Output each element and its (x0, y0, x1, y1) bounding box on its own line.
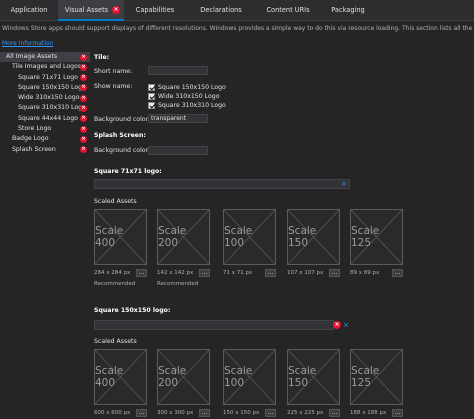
splash-bg-input[interactable] (148, 146, 208, 155)
square71-scale-tile[interactable]: Scale 400 (94, 209, 147, 265)
tab-declarations[interactable]: Declarations (186, 0, 256, 21)
show-name-square150-checkbox[interactable]: Square 150x150 Logo (148, 83, 226, 92)
square150-scale-tile[interactable]: Scale 400 (94, 349, 147, 405)
scale-size-label: 150 x 150 px (223, 410, 260, 416)
square71-scale-tile[interactable]: Scale 100 (223, 209, 276, 265)
tree-item-wide310[interactable]: Wide 310x150 Logo × (0, 93, 90, 103)
square71-path-input[interactable]: × (94, 179, 350, 189)
scale-size-label: 600 x 600 px (94, 410, 131, 416)
scale-label: Scale 400 (95, 225, 124, 249)
recommended-label: Recommended (94, 281, 136, 287)
tab-packaging[interactable]: Packaging (320, 0, 376, 21)
scale-label: Scale 150 (288, 365, 317, 389)
clear-icon[interactable]: × (343, 322, 349, 329)
square150-scale-tile[interactable]: Scale 200 (157, 349, 210, 405)
square71-scale-tile[interactable]: Scale 125 (350, 209, 403, 265)
show-name-wide310-checkbox[interactable]: Wide 310x150 Logo (148, 92, 220, 101)
error-icon: × (80, 104, 87, 112)
clear-icon[interactable]: × (341, 181, 347, 188)
scale-size-label: 89 x 89 px (350, 270, 380, 276)
square150-scale-tile[interactable]: Scale 125 (350, 349, 403, 405)
square71-scale-tile[interactable]: Scale 150 (287, 209, 340, 265)
scale-size-label: 107 x 107 px (287, 270, 324, 276)
error-icon: × (333, 321, 341, 329)
browse-button[interactable]: ... (199, 409, 210, 417)
tree-item-all-image-assets[interactable]: All Image Assets × (0, 52, 90, 63)
tab-application[interactable]: Application (0, 0, 58, 21)
square71-scaled-label: Scaled Assets (94, 198, 137, 205)
tree-item-square71[interactable]: Square 71x71 Logo × (0, 73, 90, 83)
tile-bg-input[interactable]: transparent (148, 114, 208, 123)
error-icon: × (112, 6, 120, 14)
splash-bg-label: Background color: (94, 147, 151, 154)
tree-item-store-logo[interactable]: Store Logo × (0, 124, 90, 134)
scale-label: Scale 125 (351, 365, 380, 389)
error-icon: × (80, 146, 87, 154)
square71-scale-tile[interactable]: Scale 200 (157, 209, 210, 265)
square150-path-input[interactable] (94, 320, 334, 330)
browse-button[interactable]: ... (392, 409, 403, 417)
tab-capabilities[interactable]: Capabilities (124, 0, 186, 21)
error-icon: × (80, 125, 87, 133)
checkbox-checked-icon (148, 84, 155, 91)
scale-label: Scale 150 (288, 225, 317, 249)
scale-size-label: 225 x 225 px (287, 410, 324, 416)
splash-header: Splash Screen: (94, 132, 146, 139)
browse-button[interactable]: ... (136, 409, 147, 417)
error-icon: × (80, 115, 87, 123)
browse-button[interactable]: ... (265, 269, 276, 277)
main-panel: Tile: Short name: Show name: Square 150x… (92, 52, 474, 419)
scale-label: Scale 100 (224, 365, 253, 389)
scale-size-label: 284 x 284 px (94, 270, 131, 276)
browse-button[interactable]: ... (329, 409, 340, 417)
more-information-link[interactable]: More information (2, 40, 53, 47)
show-name-square310-checkbox[interactable]: Square 310x310 Logo (148, 101, 226, 110)
tree-item-square44[interactable]: Square 44x44 Logo × (0, 114, 90, 124)
tree-item-splash-screen[interactable]: Splash Screen × (0, 145, 90, 155)
scale-label: Scale 400 (95, 365, 124, 389)
checkbox-checked-icon (148, 93, 155, 100)
tree-item-tile-images[interactable]: Tile Images and Logos × (0, 62, 90, 72)
short-name-label: Short name: (94, 68, 133, 75)
tab-visual-assets[interactable]: Visual Assets × (58, 0, 124, 21)
short-name-input[interactable] (148, 66, 208, 75)
square150-scale-tile[interactable]: Scale 150 (287, 349, 340, 405)
tree-item-square310[interactable]: Square 310x310 Logo × (0, 103, 90, 113)
error-icon: × (80, 74, 87, 82)
error-icon: × (80, 53, 87, 61)
intro-text: Windows Store apps should support displa… (2, 25, 474, 32)
asset-tree: All Image Assets × Tile Images and Logos ×… (0, 52, 90, 155)
tree-item-badge-logo[interactable]: Badge Logo × (0, 134, 90, 144)
scale-label: Scale 100 (224, 225, 253, 249)
tree-item-square150[interactable]: Square 150x150 Logo × (0, 83, 90, 93)
tab-content-uris[interactable]: Content URIs (256, 0, 320, 21)
scale-size-label: 300 x 300 px (157, 410, 194, 416)
scale-size-label: 71 x 71 px (223, 270, 253, 276)
error-icon: × (80, 63, 87, 71)
browse-button[interactable]: ... (136, 269, 147, 277)
scale-size-label: 188 x 188 px (350, 410, 387, 416)
scale-size-label: 142 x 142 px (157, 270, 194, 276)
browse-button[interactable]: ... (199, 269, 210, 277)
recommended-label: Recommended (157, 281, 199, 287)
tile-bg-label: Background color: (94, 116, 151, 123)
square150-scaled-label: Scaled Assets (94, 338, 137, 345)
scale-label: Scale 125 (351, 225, 380, 249)
checkbox-checked-icon (148, 102, 155, 109)
scale-label: Scale 200 (158, 225, 187, 249)
browse-button[interactable]: ... (392, 269, 403, 277)
scale-label: Scale 200 (158, 365, 187, 389)
square71-header: Square 71x71 logo: (94, 168, 162, 175)
show-name-label: Show name: (94, 83, 133, 90)
error-icon: × (80, 135, 87, 143)
browse-button[interactable]: ... (329, 269, 340, 277)
browse-button[interactable]: ... (265, 409, 276, 417)
tile-header: Tile: (94, 54, 110, 61)
square150-header: Square 150x150 logo: (94, 307, 171, 314)
error-icon: × (80, 94, 87, 102)
tab-strip: Application Visual Assets × Capabilities… (0, 0, 474, 21)
square150-scale-tile[interactable]: Scale 100 (223, 349, 276, 405)
